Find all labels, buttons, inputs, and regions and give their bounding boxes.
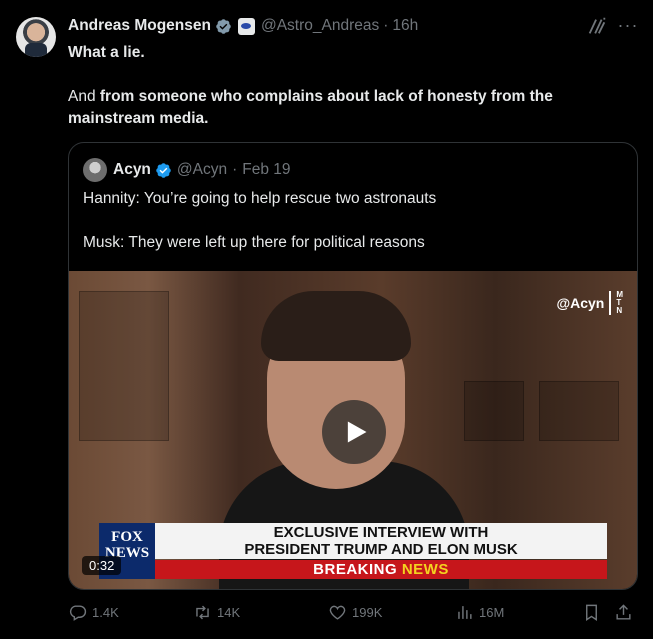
tweet-text-and: And — [68, 88, 100, 105]
quote-text-line2: Musk: They were left up there for politi… — [83, 234, 425, 251]
repost-button[interactable]: 14K — [193, 603, 240, 622]
bookmark-icon — [586, 604, 597, 621]
author-name[interactable]: Andreas Mogensen — [68, 17, 211, 35]
video-player[interactable]: @Acyn M T N FOX NEWS EXCLUSIVE INTERVIEW… — [69, 271, 637, 589]
quote-author-avatar[interactable] — [83, 158, 107, 182]
repost-count: 14K — [217, 605, 241, 620]
verified-gray-icon — [216, 18, 231, 34]
video-timecode: 0:32 — [82, 556, 122, 575]
views-icon — [458, 606, 472, 619]
video-watermark: @Acyn M T N — [556, 291, 623, 315]
tweet-text-line1: What a lie. — [68, 44, 145, 61]
tweet-header: Andreas Mogensen @Astro_Andreas · 16h — [68, 15, 418, 37]
quote-author-handle[interactable]: @Acyn — [177, 161, 227, 179]
grok-icon[interactable] — [586, 15, 608, 37]
quoted-tweet[interactable]: Acyn @Acyn · Feb 19 Hannity: You’re goin… — [68, 142, 638, 590]
repost-icon — [196, 605, 209, 620]
heart-icon — [329, 605, 346, 620]
chyron-banner: EXCLUSIVE INTERVIEW WITH PRESIDENT TRUMP… — [155, 523, 607, 559]
views-count: 16M — [479, 605, 505, 620]
play-icon — [347, 421, 367, 443]
like-button[interactable]: 199K — [328, 603, 382, 622]
quote-separator-dot: · — [232, 161, 238, 178]
reply-icon — [69, 605, 87, 621]
tweet[interactable]: Andreas Mogensen @Astro_Andreas · 16h ··… — [0, 0, 653, 639]
author-handle[interactable]: @Astro_Andreas — [261, 17, 379, 35]
play-button[interactable] — [322, 400, 386, 464]
reply-button[interactable]: 1.4K — [68, 603, 119, 622]
separator-dot: · — [383, 17, 389, 34]
quote-text-line1: Hannity: You’re going to help rescue two… — [83, 190, 437, 207]
tweet-text-line2: And from someone who complains about lac… — [68, 86, 638, 130]
background-panel — [79, 291, 169, 441]
breaking-news-bar: BREAKING NEWS — [155, 560, 607, 579]
tweet-timestamp[interactable]: 16h — [392, 17, 418, 35]
tweet-text: What a lie. And from someone who complai… — [68, 42, 638, 152]
watermark-mtn: M T N — [616, 290, 623, 315]
like-count: 199K — [352, 605, 383, 620]
share-button[interactable] — [614, 603, 638, 622]
action-bar: 1.4K 14K 199K 16M — [68, 603, 638, 627]
author-avatar[interactable] — [16, 17, 56, 57]
bookmark-button[interactable] — [582, 603, 606, 622]
banner-line2: PRESIDENT TRUMP AND ELON MUSK — [244, 541, 518, 558]
views-button[interactable]: 16M — [455, 603, 504, 622]
reply-count: 1.4K — [92, 605, 119, 620]
quote-author-name[interactable]: Acyn — [113, 161, 151, 179]
quote-date[interactable]: Feb 19 — [242, 161, 290, 179]
watermark-handle: @Acyn — [556, 295, 605, 311]
quote-header: Acyn @Acyn · Feb 19 — [83, 158, 291, 182]
share-icon — [616, 604, 631, 620]
tweet-text-rest: from someone who complains about lack of… — [68, 88, 553, 127]
background-panel — [539, 381, 619, 441]
background-panel — [464, 381, 524, 441]
news-chyron: FOX NEWS EXCLUSIVE INTERVIEW WITH PRESID… — [99, 523, 607, 579]
affiliation-badge-icon[interactable] — [237, 17, 255, 35]
banner-line1: EXCLUSIVE INTERVIEW WITH — [273, 524, 489, 541]
quote-text: Hannity: You’re going to help rescue two… — [83, 188, 623, 276]
more-options-icon[interactable]: ··· — [616, 13, 640, 37]
verified-blue-icon — [156, 162, 171, 178]
